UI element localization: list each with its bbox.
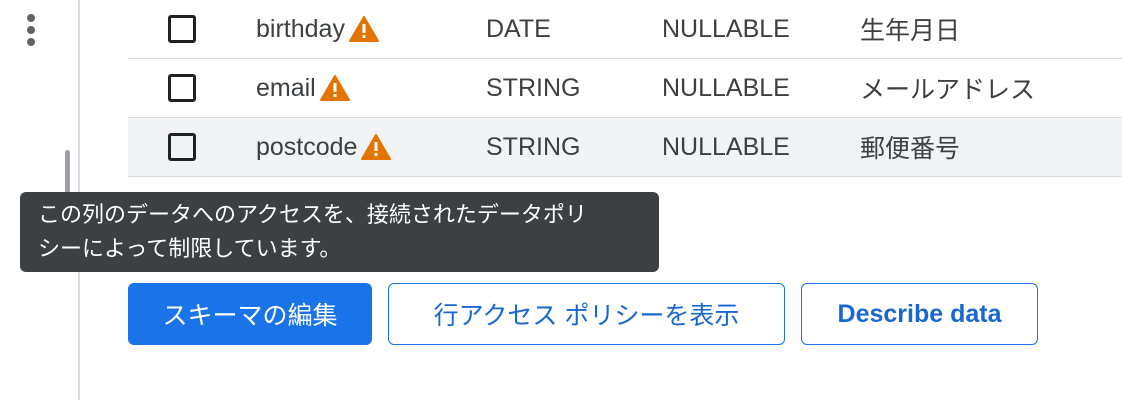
describe-data-button[interactable]: Describe data	[801, 283, 1038, 345]
field-name-cell: email	[256, 74, 351, 103]
row-checkbox[interactable]	[168, 15, 196, 43]
field-description: メールアドレス	[860, 76, 1036, 104]
field-name: email	[256, 73, 316, 102]
warning-triangle-icon[interactable]	[348, 15, 380, 43]
more-vert-icon[interactable]	[22, 14, 40, 46]
field-mode: NULLABLE	[662, 14, 790, 43]
tooltip-line: シーによって制限しています。	[38, 236, 342, 261]
row-checkbox[interactable]	[168, 133, 196, 161]
field-name: postcode	[256, 132, 358, 161]
tooltip-line: この列のデータへのアクセスを、接続されたデータポリ	[38, 202, 587, 227]
field-description: 生年月日	[860, 17, 961, 45]
schema-table: birthday DATE NULLABLE 生年月日 email STRING…	[128, 0, 1122, 177]
field-name-cell: postcode	[256, 133, 392, 162]
field-type: DATE	[486, 14, 551, 43]
table-row: birthday DATE NULLABLE 生年月日	[128, 0, 1122, 59]
row-checkbox[interactable]	[168, 74, 196, 102]
schema-actions: スキーマの編集 行アクセス ポリシーを表示 Describe data	[128, 283, 1038, 345]
table-row: email STRING NULLABLE メールアドレス	[128, 59, 1122, 118]
warning-triangle-icon[interactable]	[319, 74, 351, 102]
warning-triangle-icon[interactable]	[360, 133, 392, 161]
field-name-cell: birthday	[256, 15, 380, 44]
field-mode: NULLABLE	[662, 132, 790, 161]
field-type: STRING	[486, 132, 581, 161]
table-row: postcode STRING NULLABLE 郵便番号	[128, 118, 1122, 177]
field-description: 郵便番号	[860, 135, 961, 163]
field-type: STRING	[486, 73, 581, 102]
schema-panel: birthday DATE NULLABLE 生年月日 email STRING…	[0, 0, 1122, 400]
edit-schema-button[interactable]: スキーマの編集	[128, 283, 372, 345]
field-name: birthday	[256, 14, 345, 43]
policy-tag-tooltip: この列のデータへのアクセスを、接続されたデータポリ シーによって制限しています。	[20, 192, 659, 272]
field-mode: NULLABLE	[662, 73, 790, 102]
view-row-access-policies-button[interactable]: 行アクセス ポリシーを表示	[388, 283, 785, 345]
